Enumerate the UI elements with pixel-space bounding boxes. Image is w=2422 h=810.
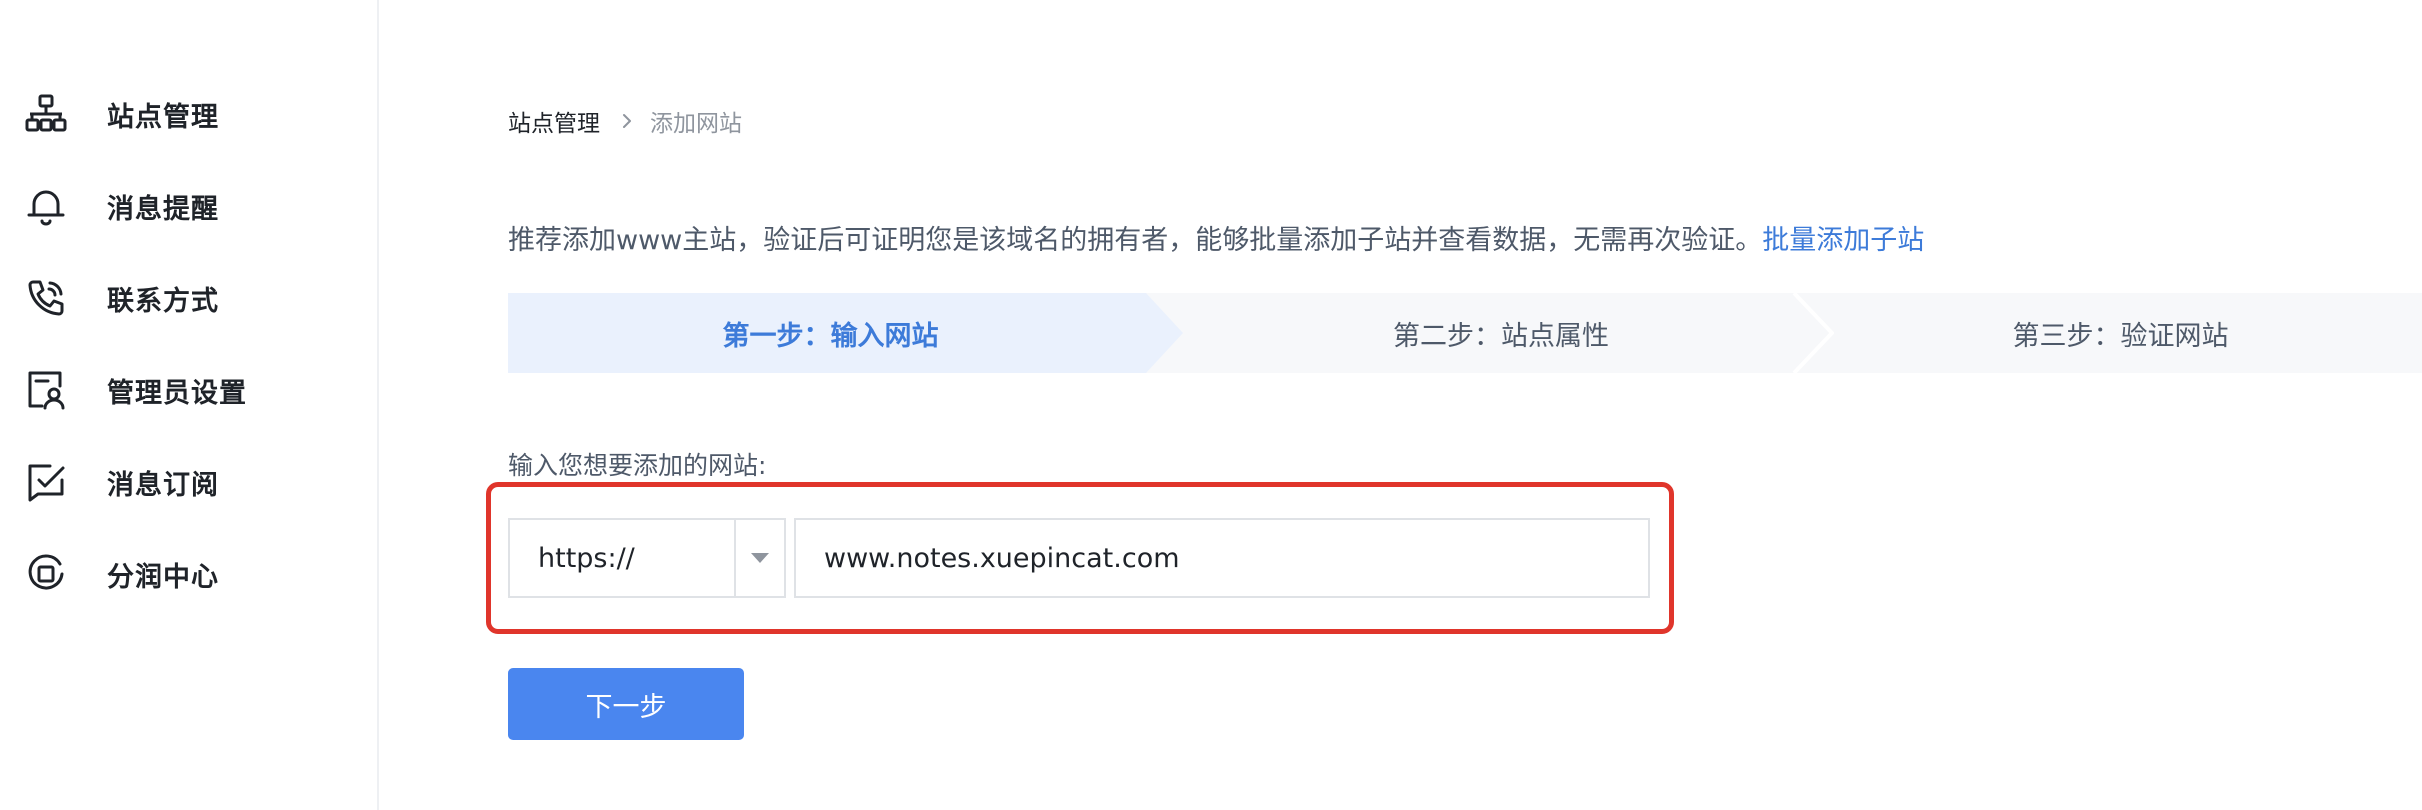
website-url-input[interactable]: [794, 518, 1650, 598]
bell-icon: [24, 184, 68, 228]
step-3: 第三步：验证网站: [1819, 293, 2422, 373]
breadcrumb-current: 添加网站: [650, 111, 742, 137]
admin-user-icon: [24, 368, 68, 412]
sidebar-item-message-subscription[interactable]: 消息订阅: [0, 442, 377, 522]
message-check-icon: [24, 460, 68, 504]
intro-description: 推荐添加www主站，验证后可证明您是该域名的拥有者，能够批量添加子站并查看数据，…: [508, 225, 1763, 256]
batch-add-subsites-link[interactable]: 批量添加子站: [1762, 225, 1924, 256]
sidebar-item-label: 站点管理: [107, 101, 219, 133]
breadcrumb: 站点管理 添加网站: [508, 104, 742, 138]
chevron-right-icon: [618, 112, 636, 130]
sidebar-item-label: 管理员设置: [107, 377, 247, 409]
breadcrumb-root-link[interactable]: 站点管理: [508, 104, 600, 138]
steps-bar: 第一步：输入网站 第二步：站点属性 第三步：验证网站: [508, 293, 2422, 373]
step-1-label: 第一步：输入网站: [722, 320, 939, 352]
protocol-value: https://: [538, 542, 635, 574]
step-3-label: 第三步：验证网站: [2012, 320, 2229, 352]
sidebar-item-site-management[interactable]: 站点管理: [0, 74, 377, 154]
step-2: 第二步：站点属性: [1183, 293, 1819, 373]
page: 站点管理 消息提醒 联系方式 管理员设置 消息订阅 分润中心 站点管理 添加网站…: [0, 0, 2422, 810]
sidebar-item-label: 消息提醒: [107, 193, 219, 225]
sidebar-item-admin-settings[interactable]: 管理员设置: [0, 350, 377, 430]
sidebar-item-label: 联系方式: [107, 285, 219, 317]
caret-down-icon[interactable]: [734, 520, 784, 596]
step-2-label: 第二步：站点属性: [1393, 320, 1609, 352]
website-input-label: 输入您想要添加的网站:: [508, 451, 767, 480]
sidebar: 站点管理 消息提醒 联系方式 管理员设置 消息订阅 分润中心: [0, 0, 379, 810]
sitemap-icon: [24, 92, 68, 136]
protocol-select[interactable]: https://: [508, 518, 786, 598]
sidebar-item-contact[interactable]: 联系方式: [0, 258, 377, 338]
sidebar-item-notifications[interactable]: 消息提醒: [0, 166, 377, 246]
sidebar-item-label: 消息订阅: [107, 469, 219, 501]
sidebar-item-revenue-center[interactable]: 分润中心: [0, 534, 377, 614]
intro-text: 推荐添加www主站，验证后可证明您是该域名的拥有者，能够批量添加子站并查看数据，…: [508, 218, 1924, 257]
phone-icon: [24, 276, 68, 320]
sidebar-item-label: 分润中心: [107, 561, 219, 593]
next-step-button[interactable]: 下一步: [508, 668, 744, 740]
step-1: 第一步：输入网站: [508, 293, 1183, 373]
revenue-share-icon: [24, 552, 68, 596]
